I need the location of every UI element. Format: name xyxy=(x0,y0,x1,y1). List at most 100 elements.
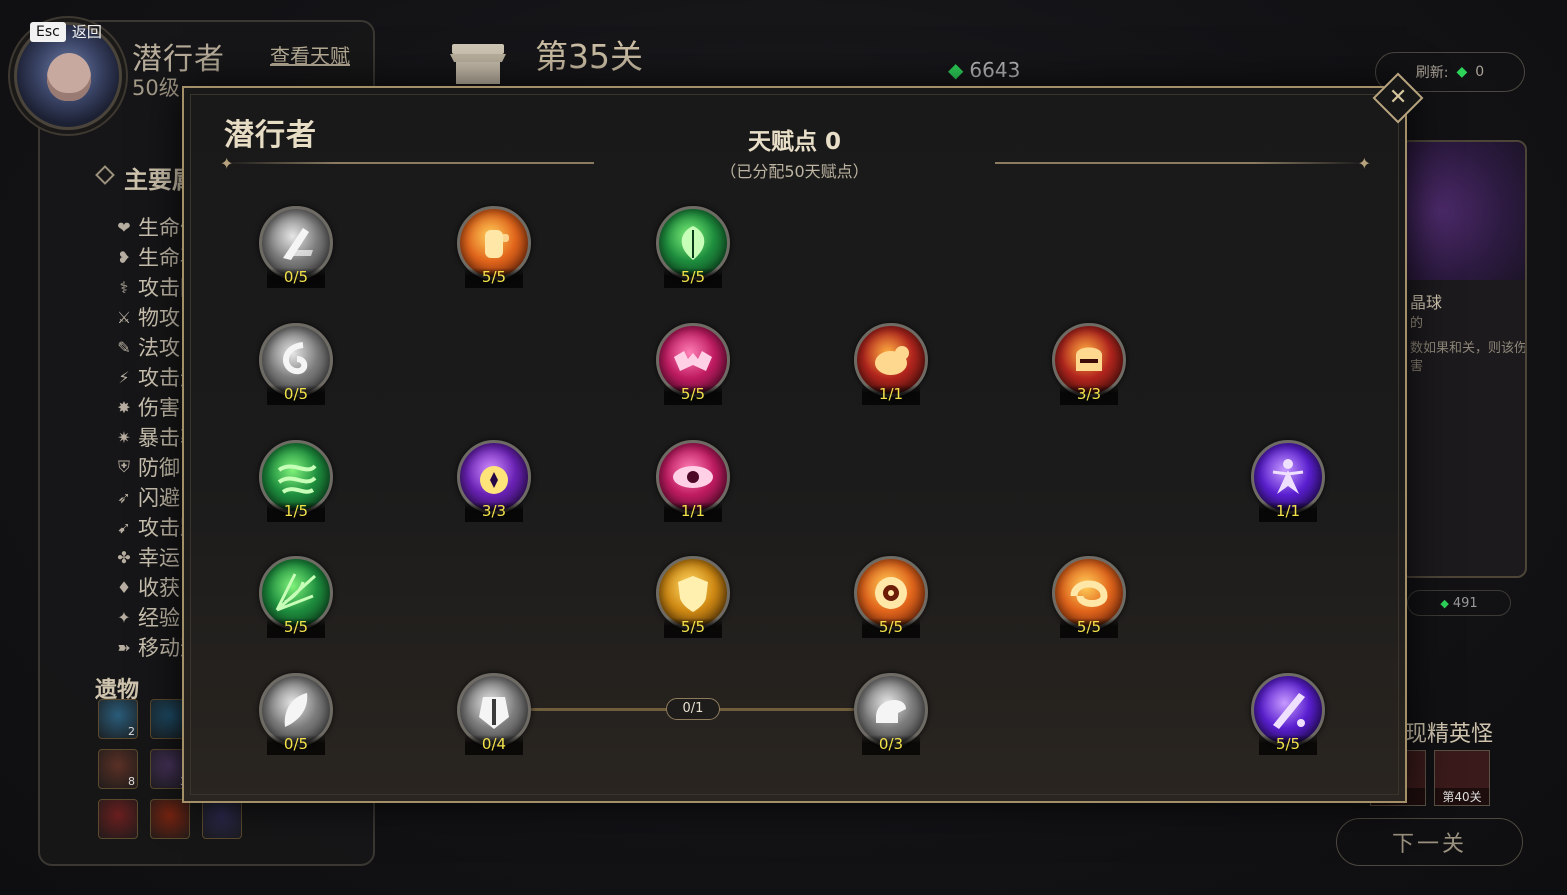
item-card[interactable]: 晶球 的 数如果和关，则该伤害 xyxy=(1400,140,1527,578)
close-icon: ✕ xyxy=(1388,85,1408,110)
item-price[interactable]: ◆ 491 xyxy=(1407,590,1511,616)
talent-level: 5/5 xyxy=(862,618,920,638)
heart-icon: ❤ xyxy=(117,217,131,237)
divider-left xyxy=(224,162,594,164)
talent-golden-arm[interactable]: 5/5 xyxy=(457,206,533,296)
modal-inner-border xyxy=(190,94,1399,795)
talent-points-label: 天赋点 0 xyxy=(747,129,841,155)
talent-shadow-figure[interactable]: 1/1 xyxy=(1251,440,1327,530)
talent-level: 5/5 xyxy=(664,618,722,638)
relic-slot[interactable]: 8 xyxy=(98,749,138,789)
exp-icon: ✦ xyxy=(117,607,131,627)
esc-back-button[interactable]: Esc 返回 xyxy=(30,21,102,42)
talent-silver-helm[interactable]: 0/3 xyxy=(854,673,930,763)
talent-level: 5/5 xyxy=(465,268,523,288)
talent-level: 0/5 xyxy=(267,385,325,405)
talent-target[interactable]: 5/5 xyxy=(854,556,930,646)
talent-web[interactable]: 5/5 xyxy=(259,556,335,646)
attribute-label: 伤害 xyxy=(138,396,180,420)
relic-count: 8 xyxy=(128,775,135,788)
item-price-value: 491 xyxy=(1452,595,1478,611)
relic-slot[interactable] xyxy=(150,799,190,839)
wand-icon: ✎ xyxy=(117,337,131,357)
talent-leaf[interactable]: 5/5 xyxy=(656,206,732,296)
dodge-icon: ➶ xyxy=(117,487,131,507)
attribute-label: 经验 xyxy=(138,606,180,630)
talent-level: 5/5 xyxy=(664,268,722,288)
attribute-label: 防御 xyxy=(138,456,180,480)
relic-slot[interactable] xyxy=(98,799,138,839)
talent-gold-coin[interactable]: 3/3 xyxy=(457,440,533,530)
esc-key-badge: Esc xyxy=(30,21,66,42)
attribute-label: 幸运 xyxy=(138,546,180,570)
talent-level: 1/1 xyxy=(1259,502,1317,522)
hero-level: 50级 xyxy=(132,76,180,100)
gem-icon: ♦ xyxy=(116,577,132,597)
refresh-label: 刷新: xyxy=(1415,65,1449,81)
talent-level: 0/5 xyxy=(267,268,325,288)
star-ornament-icon: ✦ xyxy=(1357,154,1371,173)
talent-level: 5/5 xyxy=(1060,618,1118,638)
talent-green-wind[interactable]: 1/5 xyxy=(259,440,335,530)
talent-level: 1/1 xyxy=(664,502,722,522)
gem-count: 6643 xyxy=(969,58,1021,82)
heart-regen-icon: ❥ xyxy=(117,247,131,267)
attribute-label: 法攻 xyxy=(138,336,180,360)
talent-level: 5/5 xyxy=(664,385,722,405)
talent-dagger-slash[interactable]: 0/5 xyxy=(259,206,335,296)
shop-stall-icon xyxy=(450,44,506,84)
gem-icon: ◆ xyxy=(1440,596,1449,610)
lifesteal-icon: ⚕ xyxy=(119,277,129,297)
gem-icon: ◆ xyxy=(948,58,964,82)
gem-counter: ◆ 6643 xyxy=(948,58,1020,82)
relic-slot[interactable]: 2 xyxy=(98,699,138,739)
attribute-label: 物攻 xyxy=(138,306,180,330)
refresh-cost: 0 xyxy=(1475,64,1485,80)
talent-modal: 潜行者 天赋点 0 （已分配50天赋点） ✦ ✦ 0/1 0/5 5/5 5/5 0/… xyxy=(182,86,1407,803)
attack-speed-icon: ⚡ xyxy=(118,367,130,387)
item-card-name: 晶球 xyxy=(1410,293,1443,312)
shield-icon: ⛨ xyxy=(117,457,130,476)
talent-level: 5/5 xyxy=(1259,735,1317,755)
talent-link-badge: 0/1 xyxy=(666,698,720,720)
attribute-label: 闪避 xyxy=(138,486,180,510)
damage-icon: ✸ xyxy=(117,397,131,417)
elite-thumb[interactable]: 第40关 xyxy=(1434,750,1490,806)
talent-dark-armor[interactable]: 0/4 xyxy=(457,673,533,763)
talent-level: 3/3 xyxy=(1060,385,1118,405)
talent-void-blade[interactable]: 5/5 xyxy=(1251,673,1327,763)
talent-helmet-axe[interactable]: 3/3 xyxy=(1052,323,1128,413)
sword-icon: ⚔ xyxy=(116,307,132,327)
talent-golden-shield[interactable]: 5/5 xyxy=(656,556,732,646)
talent-eye[interactable]: 1/1 xyxy=(656,440,732,530)
boot-icon: ➽ xyxy=(117,637,131,657)
clover-icon: ✤ xyxy=(117,547,131,567)
view-talent-link[interactable]: 查看天赋 xyxy=(270,40,350,69)
attribute-label: 收获 xyxy=(138,576,180,600)
talent-fire-ring[interactable]: 5/5 xyxy=(1052,556,1128,646)
stage-title: 第35关 xyxy=(535,37,643,76)
crit-icon: ✷ xyxy=(117,427,131,447)
item-card-art xyxy=(1402,142,1525,280)
range-icon: ➹ xyxy=(117,517,131,537)
talent-feather-blade[interactable]: 0/5 xyxy=(259,673,335,763)
talent-whirl[interactable]: 0/5 xyxy=(259,323,335,413)
talent-bat[interactable]: 5/5 xyxy=(656,323,732,413)
talent-level: 0/3 xyxy=(862,735,920,755)
talent-bear[interactable]: 1/1 xyxy=(854,323,930,413)
divider-right xyxy=(995,162,1365,164)
talent-level: 0/5 xyxy=(267,735,325,755)
talent-level: 5/5 xyxy=(267,618,325,638)
elite-title: 现精英怪 xyxy=(1405,722,1494,747)
talent-level: 0/4 xyxy=(465,735,523,755)
talent-level: 1/1 xyxy=(862,385,920,405)
elite-stage-label: 第40关 xyxy=(1435,788,1489,805)
talent-level: 3/3 xyxy=(465,502,523,522)
gem-icon: ◆ xyxy=(1456,64,1468,80)
relic-slot[interactable] xyxy=(202,799,242,839)
item-card-desc: 数如果和关，则该伤害 xyxy=(1410,341,1527,374)
talent-level: 1/5 xyxy=(267,502,325,522)
item-card-sub: 的 xyxy=(1410,316,1424,331)
relic-count: 2 xyxy=(128,725,135,738)
next-stage-button[interactable]: 下一关 xyxy=(1336,818,1523,866)
